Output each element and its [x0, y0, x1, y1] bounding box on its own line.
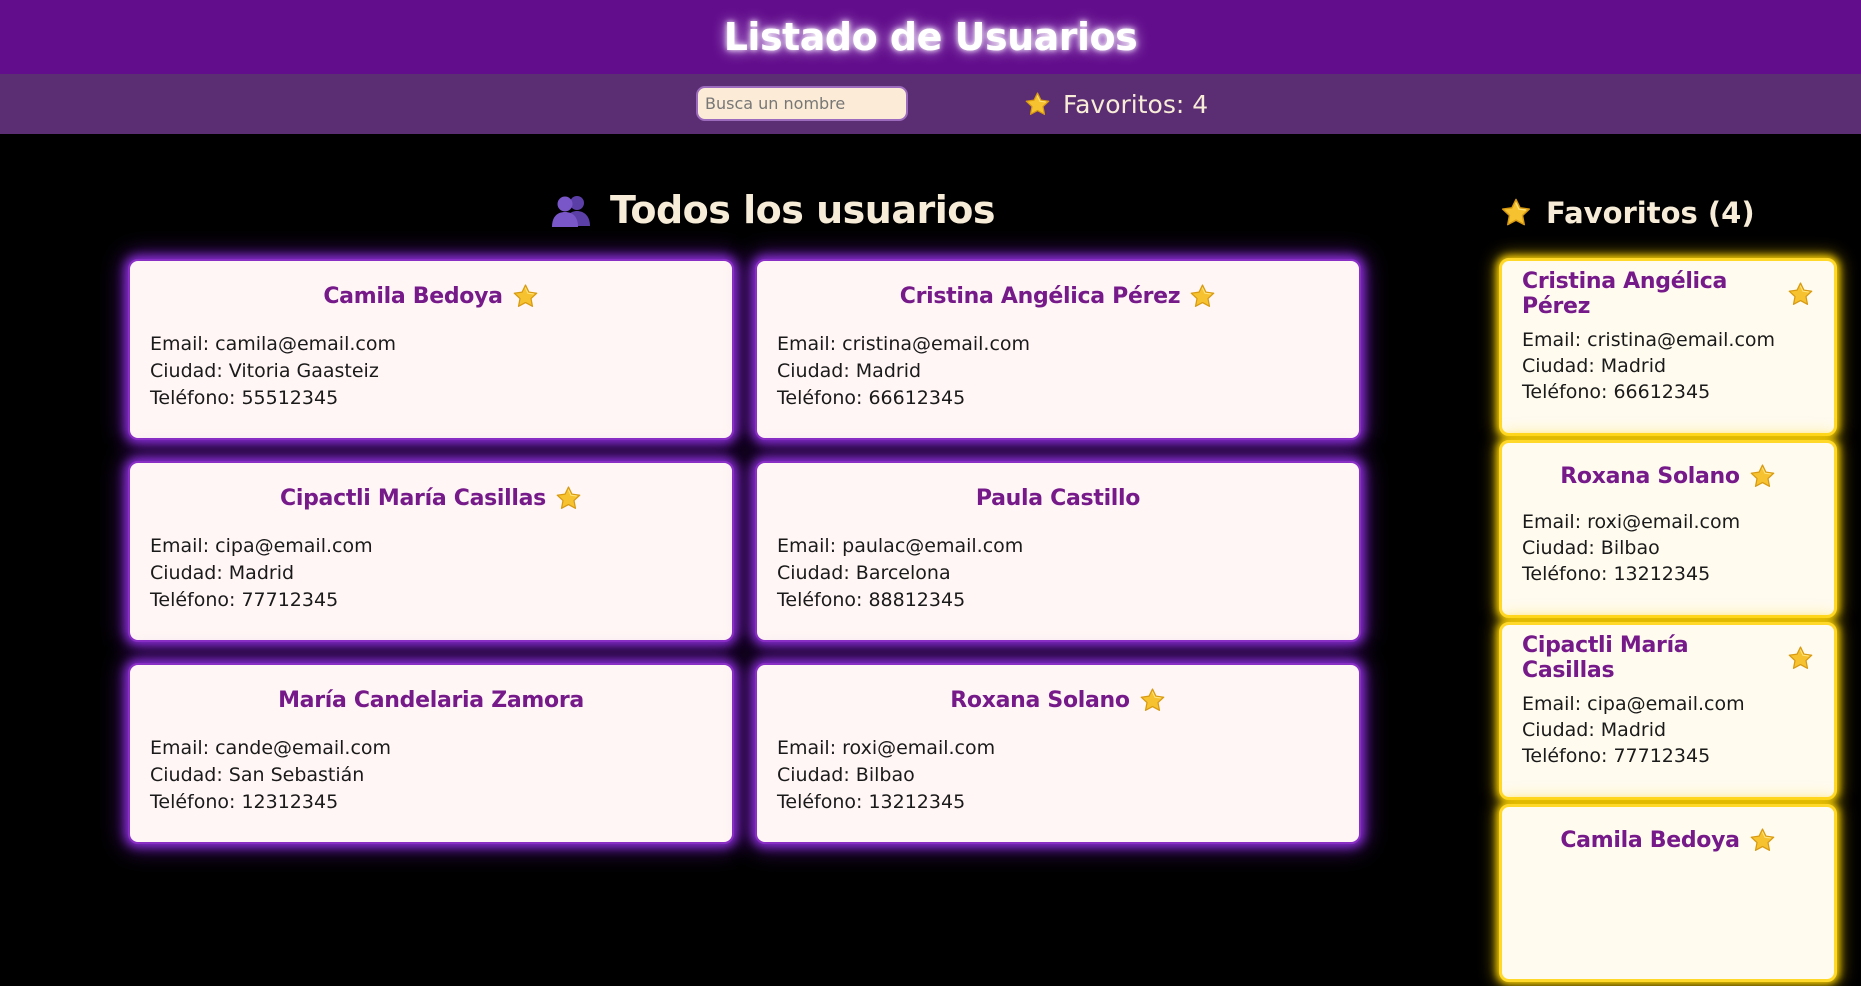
search-input[interactable]	[696, 86, 908, 121]
favorite-name: Cristina Angélica Pérez	[1522, 269, 1728, 319]
users-grid: Camila Bedoya Email: camila@email.com Ci…	[128, 259, 1363, 844]
favorite-name: Camila Bedoya	[1560, 827, 1740, 853]
user-card[interactable]: María Candelaria Zamora Email: cande@ema…	[128, 663, 734, 844]
user-phone: Teléfono: 66612345	[777, 387, 966, 409]
favorite-card[interactable]: Cristina Angélica Pérez Email: cristina@…	[1499, 258, 1837, 436]
favorite-phone: Teléfono: 66612345	[1522, 381, 1711, 403]
page-title: Listado de Usuarios	[723, 15, 1138, 59]
favorites-counter: Favoritos: 4	[1024, 86, 1208, 122]
favorite-phone: Teléfono: 13212345	[1522, 563, 1711, 585]
favorites-heading: Favoritos (4)	[1500, 196, 1755, 230]
toolbar: Favoritos: 4	[0, 74, 1861, 134]
favorite-star-icon[interactable]	[1787, 645, 1814, 672]
user-name: Cristina Angélica Pérez	[899, 283, 1181, 309]
user-card-header: María Candelaria Zamora	[150, 685, 712, 715]
user-email: Email: roxi@email.com	[777, 737, 996, 759]
favorite-card-header: Roxana Solano	[1522, 461, 1814, 491]
favorite-card-header: Cipactli María Casillas	[1522, 633, 1814, 683]
favorite-star-icon[interactable]	[1189, 283, 1216, 310]
user-card-header: Cipactli María Casillas	[150, 483, 712, 513]
favorite-card[interactable]: Cipactli María Casillas Email: cipa@emai…	[1499, 622, 1837, 800]
favorites-counter-label: Favoritos: 4	[1063, 89, 1209, 119]
favorite-card[interactable]: Roxana Solano Email: roxi@email.com Ciud…	[1499, 440, 1837, 618]
favorite-email: Email: cipa@email.com	[1522, 693, 1745, 715]
star-icon	[1024, 91, 1051, 118]
favorite-name: Cipactli María Casillas	[1522, 633, 1689, 683]
user-email: Email: cipa@email.com	[150, 535, 373, 557]
user-city: Ciudad: Vitoria Gaasteiz	[150, 360, 379, 382]
favorites-list: Cristina Angélica Pérez Email: cristina@…	[1499, 258, 1837, 986]
user-email: Email: cristina@email.com	[777, 333, 1031, 355]
all-users-title: Todos los usuarios	[610, 188, 995, 232]
people-icon	[550, 193, 592, 227]
user-card[interactable]: Cipactli María Casillas Email: cipa@emai…	[128, 461, 734, 642]
user-phone: Teléfono: 88812345	[777, 589, 966, 611]
user-city: Ciudad: Bilbao	[777, 764, 915, 786]
favorite-city: Ciudad: Madrid	[1522, 355, 1667, 377]
user-card-header: Cristina Angélica Pérez	[777, 281, 1339, 311]
user-city: Ciudad: Barcelona	[777, 562, 951, 584]
favorite-star-icon[interactable]	[1749, 827, 1776, 854]
all-users-heading: Todos los usuarios	[550, 188, 995, 232]
favorite-card-header: Camila Bedoya	[1522, 825, 1814, 855]
user-card[interactable]: Cristina Angélica Pérez Email: cristina@…	[755, 259, 1361, 440]
user-name: María Candelaria Zamora	[278, 687, 584, 713]
favorite-email: Email: roxi@email.com	[1522, 511, 1741, 533]
user-name: Paula Castillo	[975, 485, 1141, 511]
user-card[interactable]: Paula Castillo Email: paulac@email.com C…	[755, 461, 1361, 642]
favorite-city: Ciudad: Madrid	[1522, 719, 1667, 741]
favorite-name: Roxana Solano	[1560, 463, 1740, 489]
favorite-card-header: Cristina Angélica Pérez	[1522, 269, 1814, 319]
user-name: Roxana Solano	[950, 687, 1130, 713]
user-card-header: Roxana Solano	[777, 685, 1339, 715]
user-phone: Teléfono: 77712345	[150, 589, 339, 611]
favorite-star-icon[interactable]	[555, 485, 582, 512]
favorite-star-icon[interactable]	[1787, 281, 1814, 308]
favorite-phone: Teléfono: 77712345	[1522, 745, 1711, 767]
favorite-star-icon[interactable]	[1139, 687, 1166, 714]
favorite-star-icon[interactable]	[512, 283, 539, 310]
user-city: Ciudad: Madrid	[150, 562, 295, 584]
user-email: Email: paulac@email.com	[777, 535, 1024, 557]
user-email: Email: cande@email.com	[150, 737, 392, 759]
user-phone: Teléfono: 55512345	[150, 387, 339, 409]
star-icon	[1500, 197, 1532, 229]
user-city: Ciudad: Madrid	[777, 360, 922, 382]
favorites-title: Favoritos (4)	[1546, 196, 1755, 230]
favorite-card[interactable]: Camila Bedoya	[1499, 804, 1837, 982]
favorite-city: Ciudad: Bilbao	[1522, 537, 1660, 559]
user-email: Email: camila@email.com	[150, 333, 396, 355]
user-phone: Teléfono: 12312345	[150, 791, 339, 813]
user-card[interactable]: Roxana Solano Email: roxi@email.com Ciud…	[755, 663, 1361, 844]
user-card[interactable]: Camila Bedoya Email: camila@email.com Ci…	[128, 259, 734, 440]
favorite-email: Email: cristina@email.com	[1522, 329, 1776, 351]
user-city: Ciudad: San Sebastián	[150, 764, 365, 786]
favorite-star-icon[interactable]	[1749, 463, 1776, 490]
user-name: Camila Bedoya	[323, 283, 503, 309]
user-name: Cipactli María Casillas	[280, 485, 546, 511]
user-card-header: Paula Castillo	[777, 483, 1339, 513]
app-header: Listado de Usuarios	[0, 0, 1861, 74]
user-phone: Teléfono: 13212345	[777, 791, 966, 813]
user-card-header: Camila Bedoya	[150, 281, 712, 311]
